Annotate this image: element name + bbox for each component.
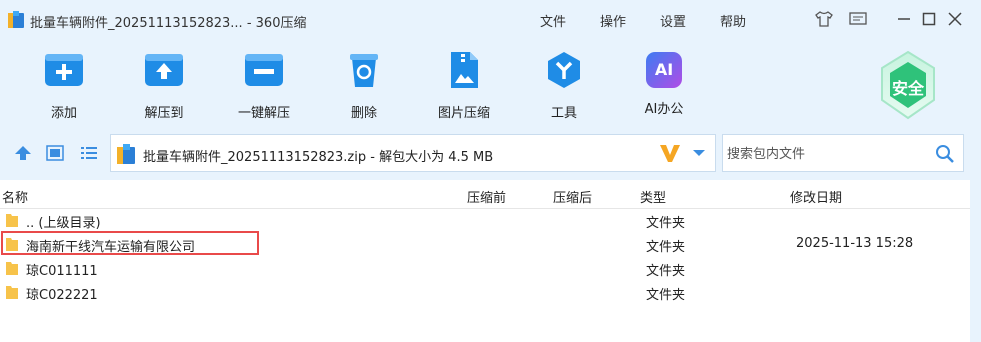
chevron-down-icon[interactable] [691, 145, 707, 161]
toolbar: 添加 解压到 一键解压 删除 图片压缩 工具 AI AI办公 安全 [0, 40, 981, 128]
image-compress-label: 图片压缩 [437, 106, 490, 121]
file-list: 名称 压缩前 压缩后 类型 修改日期 .. (上级目录) 文件夹 海南新干线汽车… [0, 180, 970, 342]
add-button[interactable]: 添加 [24, 50, 104, 121]
row-type: 文件夹 [646, 288, 686, 303]
ai-icon-text: AI [654, 60, 674, 79]
delete-button[interactable]: 删除 [324, 50, 404, 121]
table-row[interactable]: .. (上级目录) 文件夹 [0, 208, 970, 232]
feedback-button[interactable] [847, 8, 869, 30]
maximize-button[interactable] [918, 8, 940, 30]
row-name: .. (上级目录) [26, 216, 101, 231]
security-badge-label: 安全 [891, 79, 924, 98]
add-icon [45, 54, 83, 86]
folder-icon [6, 214, 18, 227]
one-click-extract-label: 一键解压 [237, 106, 290, 121]
minimize-icon [898, 18, 910, 20]
minimize-button[interactable] [893, 8, 915, 30]
search-icon[interactable] [935, 144, 955, 164]
tools-button[interactable]: 工具 [524, 50, 604, 121]
maximize-icon [922, 12, 936, 26]
search-input[interactable] [723, 135, 929, 173]
table-row[interactable]: 琼C022221 文件夹 [0, 280, 970, 304]
security-badge[interactable]: 安全 [876, 50, 940, 120]
delete-label: 删除 [350, 106, 377, 121]
title-bar: 批量车辆附件_20251113152823... - 360压缩 文件 操作 设… [0, 0, 981, 40]
menu-help[interactable]: 帮助 [720, 11, 746, 30]
menu-settings[interactable]: 设置 [660, 11, 686, 30]
thumbnail-view-icon[interactable] [46, 145, 64, 161]
row-name: 琼C011111 [26, 264, 98, 279]
extract-to-label: 解压到 [144, 106, 184, 121]
message-icon [849, 12, 867, 25]
shirt-icon [815, 11, 833, 27]
extract-to-button[interactable]: 解压到 [124, 50, 204, 121]
image-compress-button[interactable]: 图片压缩 [424, 50, 504, 121]
add-label: 添加 [50, 106, 77, 121]
archive-path: 批量车辆附件_20251113152823.zip - 解包大小为 4.5 MB [143, 150, 494, 165]
one-click-extract-icon [245, 54, 283, 86]
path-field[interactable]: 批量车辆附件_20251113152823.zip - 解包大小为 4.5 MB [110, 134, 716, 172]
v-logo-icon[interactable] [659, 143, 681, 163]
menu-operation[interactable]: 操作 [600, 11, 626, 30]
menu-file[interactable]: 文件 [540, 11, 566, 30]
folder-icon [6, 238, 18, 251]
row-type: 文件夹 [646, 264, 686, 279]
window-title: 批量车辆附件_20251113152823... - 360压缩 [30, 16, 307, 31]
image-compress-icon [451, 52, 478, 88]
zip-archive-icon [8, 11, 24, 28]
search-box [722, 134, 964, 173]
folder-icon [6, 262, 18, 275]
vertical-scrollbar[interactable] [970, 180, 981, 342]
close-icon [948, 12, 962, 26]
column-header-type[interactable]: 类型 [640, 187, 666, 206]
row-date: 2025-11-13 15:28 [796, 236, 914, 251]
ai-office-button[interactable]: AI AI办公 [624, 50, 704, 117]
row-name: 海南新干线汽车运输有限公司 [26, 240, 196, 255]
address-bar-row: 批量车辆附件_20251113152823.zip - 解包大小为 4.5 MB [0, 128, 981, 180]
table-row[interactable]: 琼C011111 文件夹 [0, 256, 970, 280]
column-header-modified[interactable]: 修改日期 [790, 187, 842, 206]
folder-icon [6, 286, 18, 299]
column-header-after[interactable]: 压缩后 [553, 187, 592, 206]
row-type: 文件夹 [646, 216, 686, 231]
row-name: 琼C022221 [26, 288, 98, 303]
tools-icon [548, 52, 580, 88]
zip-archive-icon [117, 144, 135, 164]
skin-button[interactable] [813, 8, 835, 30]
delete-icon [350, 54, 378, 87]
tools-label: 工具 [550, 106, 577, 121]
one-click-extract-button[interactable]: 一键解压 [224, 50, 304, 121]
column-header-name[interactable]: 名称 [2, 187, 28, 206]
up-arrow-icon[interactable] [14, 145, 32, 161]
row-type: 文件夹 [646, 240, 686, 255]
ai-office-icon: AI [644, 50, 684, 90]
extract-to-icon [145, 54, 183, 86]
ai-office-label: AI办公 [644, 102, 684, 117]
table-row[interactable]: 海南新干线汽车运输有限公司 文件夹 2025-11-13 15:28 [0, 231, 970, 256]
column-header-compressed[interactable]: 压缩前 [467, 187, 506, 206]
close-button[interactable] [944, 8, 966, 30]
list-view-icon[interactable] [80, 145, 98, 161]
